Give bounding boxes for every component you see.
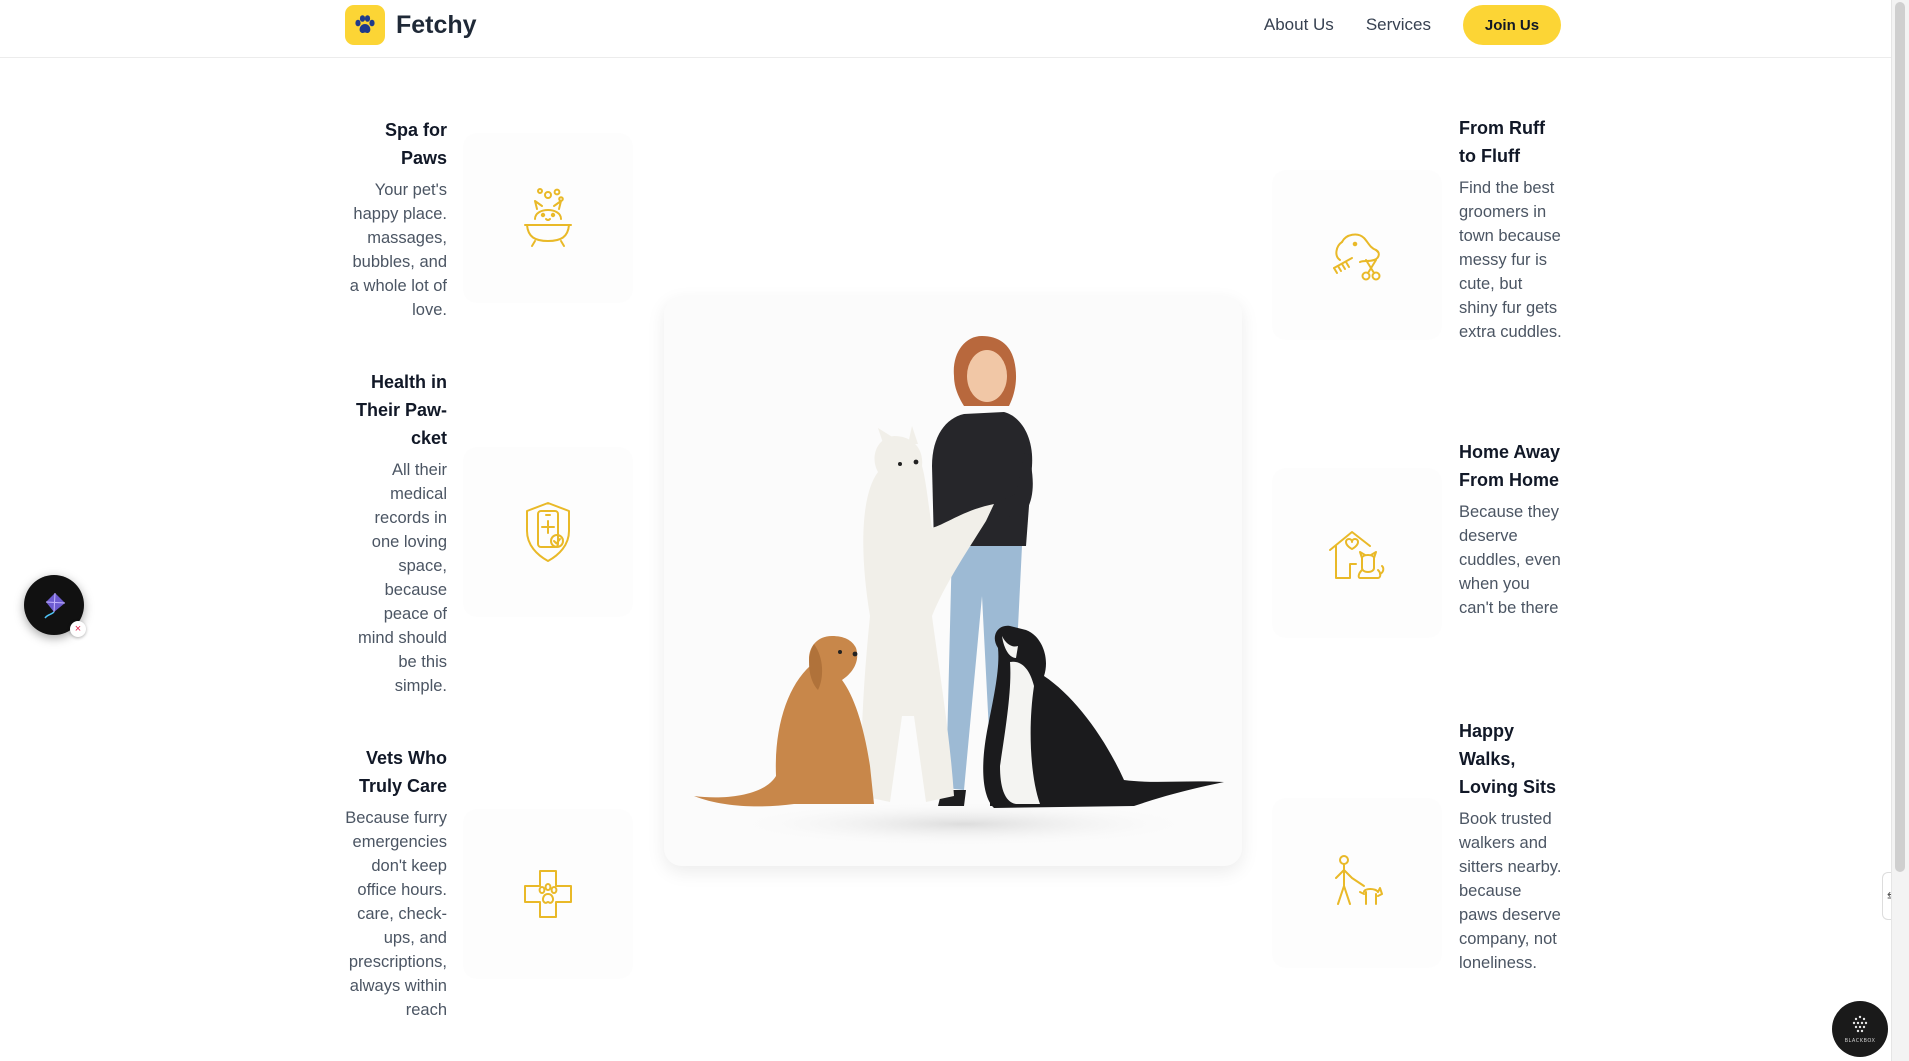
- blackbox-label: BLACKBOX: [1844, 1038, 1876, 1044]
- brand-name: Fetchy: [396, 10, 477, 39]
- spa-icon-card: [463, 133, 633, 303]
- assistant-fab[interactable]: ×: [24, 575, 86, 637]
- feature-grooming: From Ruff to Fluff Find the best groomer…: [1459, 114, 1562, 344]
- feature-title: Health in Their Paw-cket: [355, 372, 447, 448]
- dog-walker-icon: [1335, 855, 1383, 905]
- health-icon-card: [463, 447, 633, 617]
- blackbox-logo-icon: [1852, 1015, 1868, 1033]
- feature-text: Find the best groomers in town because m…: [1459, 179, 1562, 341]
- blackbox-button[interactable]: BLACKBOX: [1832, 1001, 1888, 1057]
- grooming-icon-card: [1272, 170, 1442, 340]
- site-header: Fetchy About Us Services Join Us: [0, 0, 1909, 58]
- paw-icon: [345, 5, 385, 45]
- scrollbar-thumb[interactable]: [1895, 2, 1905, 872]
- feature-text: Book trusted walkers and sitters nearby.…: [1459, 810, 1562, 972]
- phone-health-shield-icon: [526, 502, 570, 562]
- feature-boarding: Home Away From Home Because they deserve…: [1459, 438, 1562, 620]
- nav-services[interactable]: Services: [1366, 15, 1431, 35]
- feature-title: From Ruff to Fluff: [1459, 118, 1545, 166]
- pet-house-icon: [1329, 531, 1385, 579]
- nav-about-us[interactable]: About Us: [1264, 15, 1334, 35]
- brand-logo[interactable]: Fetchy: [345, 5, 477, 45]
- feature-vets: Vets Who Truly Care Because furry emerge…: [344, 744, 447, 1022]
- feature-text: All their medical records in one loving …: [358, 461, 447, 695]
- dog-grooming-icon: [1333, 233, 1381, 281]
- feature-title: Vets Who Truly Care: [358, 748, 447, 796]
- page-scrollbar[interactable]: [1891, 0, 1909, 1061]
- feature-text: Because they deserve cuddles, even when …: [1459, 503, 1561, 617]
- walking-icon-card: [1272, 798, 1442, 968]
- medical-cross-paw-icon: [524, 870, 572, 918]
- feature-spa: Spa for Paws Your pet's happy place. mas…: [344, 116, 447, 322]
- main-nav: About Us Services Join Us: [1264, 0, 1561, 50]
- boarding-icon-card: [1272, 468, 1442, 638]
- pet-bath-icon: [524, 188, 572, 247]
- feature-walking: Happy Walks, Loving Sits Book trusted wa…: [1459, 717, 1562, 975]
- vets-icon-card: [463, 809, 633, 979]
- feature-title: Happy Walks, Loving Sits: [1459, 721, 1557, 797]
- close-icon[interactable]: ×: [70, 621, 86, 637]
- feature-title: Spa for Paws: [384, 120, 447, 168]
- woman-with-three-dogs-photo: [664, 296, 1242, 866]
- feature-text: Your pet's happy place. massages, bubble…: [349, 181, 447, 319]
- kite-icon: [44, 592, 66, 619]
- feature-health: Health in Their Paw-cket All their medic…: [344, 368, 447, 698]
- hero-image-card: [664, 296, 1242, 866]
- feature-title: Home Away From Home: [1459, 442, 1561, 490]
- feature-text: Because furry emergencies don't keep off…: [345, 809, 447, 1019]
- join-us-button[interactable]: Join Us: [1463, 5, 1561, 45]
